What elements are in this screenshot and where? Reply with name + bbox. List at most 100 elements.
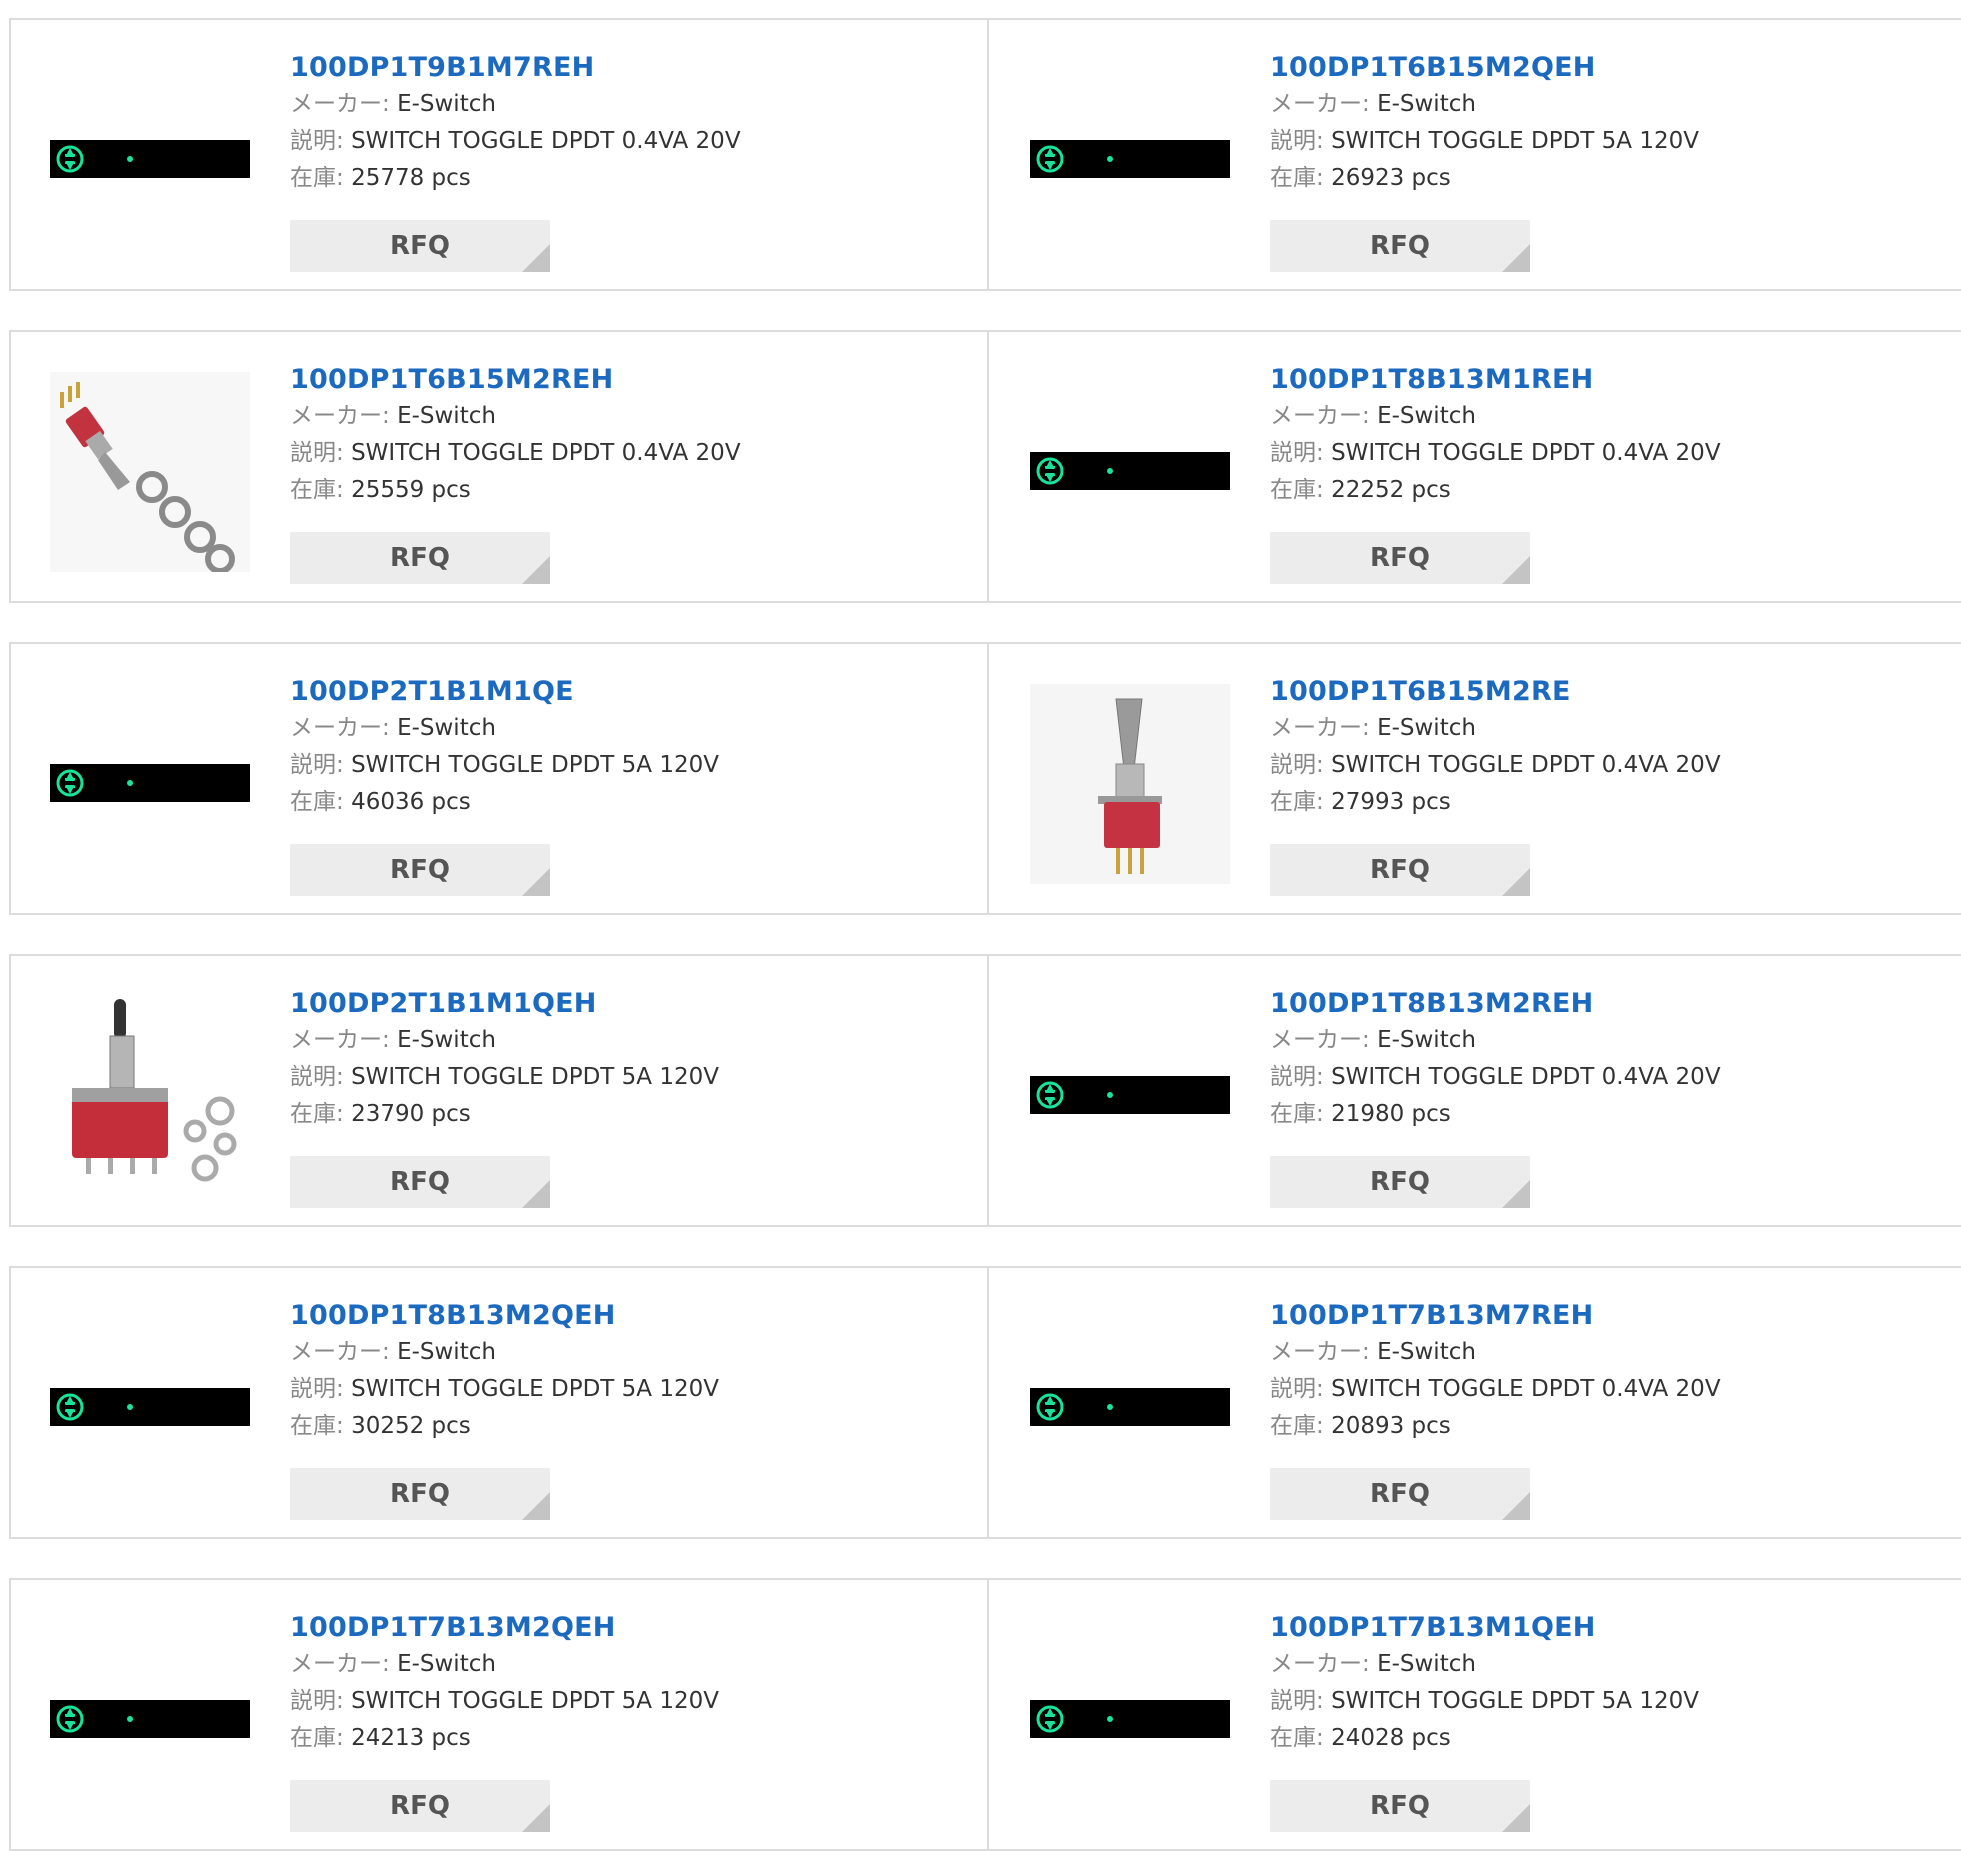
part-number-link[interactable]: 100DP1T8B13M1REH [1270,362,1721,398]
stock-line: 在庫: 27993 pcs [1270,784,1721,821]
part-number-link[interactable]: 100DP1T6B15M2REH [290,362,741,398]
part-number-link[interactable]: 100DP1T8B13M2QEH [290,1298,719,1334]
maker-value: E-Switch [397,715,496,741]
stock-line: 在庫: 23790 pcs [290,1096,719,1133]
part-number-link[interactable]: 100DP1T7B13M1QEH [1270,1610,1699,1646]
desc-label: 説明: [1270,1688,1324,1714]
desc-value: SWITCH TOGGLE DPDT 5A 120V [1331,1688,1699,1714]
part-number-link[interactable]: 100DP1T7B13M2QEH [290,1610,719,1646]
maker-line: メーカー: E-Switch [1270,1334,1721,1371]
desc-value: SWITCH TOGGLE DPDT 0.4VA 20V [1331,1064,1721,1090]
stock-line: 在庫: 26923 pcs [1270,160,1699,197]
product-card: 100DP1T8B13M2QEH メーカー: E-Switch 説明: SWIT… [9,1268,987,1537]
desc-label: 説明: [290,1376,344,1402]
placeholder-banner-icon [1030,1388,1230,1426]
stock-value: 25559 pcs [351,477,471,503]
product-image[interactable] [50,996,250,1196]
part-number-link[interactable]: 100DP2T1B1M1QEH [290,986,719,1022]
part-number-link[interactable]: 100DP1T7B13M7REH [1270,1298,1721,1334]
part-number-link[interactable]: 100DP2T1B1M1QE [290,674,719,710]
desc-value: SWITCH TOGGLE DPDT 0.4VA 20V [351,128,741,154]
product-image[interactable] [1030,60,1230,260]
product-image[interactable] [1030,996,1230,1196]
product-grid: 100DP1T9B1M7REH メーカー: E-Switch 説明: SWITC… [0,0,1961,1851]
rfq-button[interactable]: RFQ [290,1468,550,1520]
rfq-button[interactable]: RFQ [1270,532,1530,584]
stock-label: 在庫: [290,1725,344,1751]
desc-line: 説明: SWITCH TOGGLE DPDT 0.4VA 20V [290,123,741,160]
part-number-link[interactable]: 100DP1T6B15M2RE [1270,674,1721,710]
placeholder-banner-icon [50,1700,250,1738]
rfq-button[interactable]: RFQ [290,1780,550,1832]
product-image[interactable] [1030,1308,1230,1508]
product-card: 100DP1T6B15M2RE メーカー: E-Switch 説明: SWITC… [987,644,1961,913]
maker-label: メーカー: [1270,1651,1370,1677]
rfq-button[interactable]: RFQ [290,844,550,896]
rfq-label: RFQ [1370,1791,1430,1821]
desc-label: 説明: [290,1688,344,1714]
maker-label: メーカー: [290,91,390,117]
product-image[interactable] [50,1620,250,1820]
stock-value: 20893 pcs [1331,1413,1451,1439]
rfq-button[interactable]: RFQ [290,1156,550,1208]
desc-label: 説明: [290,440,344,466]
placeholder-banner-icon [50,140,250,178]
product-image[interactable] [1030,684,1230,884]
product-row: 100DP1T8B13M2QEH メーカー: E-Switch 説明: SWIT… [9,1266,1961,1539]
rfq-button[interactable]: RFQ [290,532,550,584]
maker-value: E-Switch [397,403,496,429]
part-number-link[interactable]: 100DP1T8B13M2REH [1270,986,1721,1022]
maker-label: メーカー: [1270,403,1370,429]
desc-label: 説明: [290,1064,344,1090]
maker-label: メーカー: [290,1339,390,1365]
part-number-link[interactable]: 100DP1T9B1M7REH [290,50,741,86]
desc-label: 説明: [290,752,344,778]
stock-value: 24028 pcs [1331,1725,1451,1751]
product-card: 100DP1T8B13M1REH メーカー: E-Switch 説明: SWIT… [987,332,1961,601]
desc-line: 説明: SWITCH TOGGLE DPDT 5A 120V [290,1371,719,1408]
stock-label: 在庫: [1270,1413,1324,1439]
product-image[interactable] [1030,1620,1230,1820]
corner-triangle-icon [522,556,550,584]
product-info: 100DP1T7B13M1QEH メーカー: E-Switch 説明: SWIT… [1270,1610,1699,1757]
part-number-link[interactable]: 100DP1T6B15M2QEH [1270,50,1699,86]
product-row: 100DP1T6B15M2REH メーカー: E-Switch 説明: SWIT… [9,330,1961,603]
rfq-button[interactable]: RFQ [1270,220,1530,272]
rfq-button[interactable]: RFQ [290,220,550,272]
corner-triangle-icon [522,868,550,896]
rfq-button[interactable]: RFQ [1270,1468,1530,1520]
rfq-label: RFQ [1370,231,1430,261]
rfq-label: RFQ [390,855,450,885]
stock-label: 在庫: [290,1101,344,1127]
product-image[interactable] [50,1308,250,1508]
stock-value: 27993 pcs [1331,789,1451,815]
stock-label: 在庫: [1270,789,1324,815]
stock-value: 46036 pcs [351,789,471,815]
stock-line: 在庫: 24213 pcs [290,1720,719,1757]
maker-line: メーカー: E-Switch [1270,710,1721,747]
corner-triangle-icon [1502,1804,1530,1832]
desc-line: 説明: SWITCH TOGGLE DPDT 5A 120V [290,1059,719,1096]
rfq-label: RFQ [1370,543,1430,573]
product-info: 100DP1T6B15M2REH メーカー: E-Switch 説明: SWIT… [290,362,741,509]
product-image[interactable] [1030,372,1230,572]
product-card: 100DP1T7B13M7REH メーカー: E-Switch 説明: SWIT… [987,1268,1961,1537]
maker-value: E-Switch [397,1339,496,1365]
rfq-label: RFQ [390,543,450,573]
product-info: 100DP1T8B13M2QEH メーカー: E-Switch 説明: SWIT… [290,1298,719,1445]
product-card: 100DP1T7B13M1QEH メーカー: E-Switch 説明: SWIT… [987,1580,1961,1849]
rfq-button[interactable]: RFQ [1270,844,1530,896]
maker-line: メーカー: E-Switch [290,1646,719,1683]
desc-line: 説明: SWITCH TOGGLE DPDT 0.4VA 20V [290,435,741,472]
product-info: 100DP1T8B13M2REH メーカー: E-Switch 説明: SWIT… [1270,986,1721,1133]
rfq-button[interactable]: RFQ [1270,1156,1530,1208]
rfq-button[interactable]: RFQ [1270,1780,1530,1832]
rfq-label: RFQ [1370,1167,1430,1197]
product-image[interactable] [50,684,250,884]
product-image[interactable] [50,372,250,574]
rfq-label: RFQ [1370,855,1430,885]
desc-line: 説明: SWITCH TOGGLE DPDT 5A 120V [290,1683,719,1720]
product-image[interactable] [50,60,250,260]
product-info: 100DP2T1B1M1QE メーカー: E-Switch 説明: SWITCH… [290,674,719,821]
product-info: 100DP1T6B15M2RE メーカー: E-Switch 説明: SWITC… [1270,674,1721,821]
